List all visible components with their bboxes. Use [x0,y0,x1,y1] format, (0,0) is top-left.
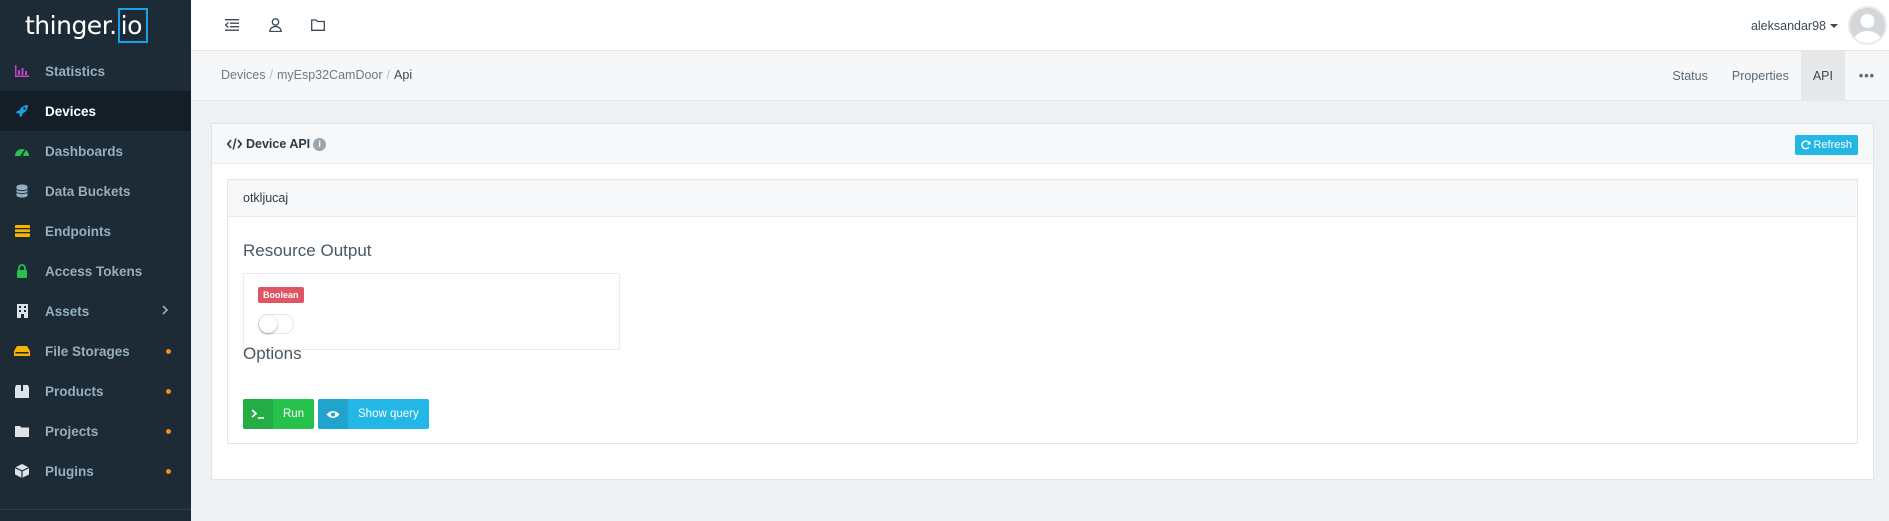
run-button[interactable]: Run [243,399,315,429]
boolean-toggle[interactable] [258,314,294,334]
toggle-knob [259,315,277,333]
lock-icon [13,263,31,279]
sidebar-item-endpoints[interactable]: Endpoints [0,211,191,251]
refresh-button[interactable]: Refresh [1795,135,1858,155]
sidebar: thinger. io Statistics Devices Dashboards… [0,0,191,521]
sidebar-item-label: Access Tokens [45,263,143,279]
options-title: Options [243,344,302,363]
panel-title-text: Device API [246,137,311,151]
resource-card: otkljucaj Resource Output Boolean Option… [227,179,1858,444]
sidebar-item-label: Products [45,383,104,399]
sidebar-item-file-storages[interactable]: File Storages [0,331,191,371]
more-icon[interactable]: ••• [1845,51,1889,101]
logo-text: thinger. [25,11,117,40]
logo-box: io [117,8,148,43]
breadcrumb: Devices / myEsp32CamDoor / Api [221,68,413,82]
device-api-panel: Device API i Refresh otkljucaj Resource … [211,123,1874,480]
username: aleksandar98 [1750,18,1826,33]
caret-down-icon [1830,23,1838,28]
sidebar-item-label: File Storages [45,343,130,359]
box-icon [13,383,31,399]
folder-icon [13,423,31,439]
code-icon [227,138,242,150]
sidebar-item-products[interactable]: Products [0,371,191,411]
type-badge: Boolean [258,287,304,303]
topbar: aleksandar98 [191,0,1889,51]
chevron-right-icon [162,304,169,318]
toggle-sidebar-icon[interactable] [222,15,242,35]
sidebar-item-data-buckets[interactable]: Data Buckets [0,171,191,211]
sidebar-item-label: Dashboards [45,143,124,159]
sidebar-footer [0,509,191,521]
notification-dot [166,348,171,354]
tab-api[interactable]: API [1800,51,1845,101]
resource-output-box: Boolean [243,273,620,350]
resource-name: otkljucaj [228,180,1857,217]
sidebar-item-label: Devices [45,103,97,119]
storage-icon [13,343,31,359]
folder-outline-icon[interactable] [308,15,328,35]
subheader: Devices / myEsp32CamDoor / Api Status Proper… [191,51,1889,101]
breadcrumb-device[interactable]: myEsp32CamDoor [277,68,383,82]
notification-dot [166,468,171,474]
refresh-label: Refresh [1813,139,1852,151]
eye-icon [318,399,348,429]
avatar [1848,6,1887,45]
building-icon [13,303,31,319]
user-icon[interactable] [265,15,285,35]
notification-dot [166,428,171,434]
endpoint-icon [13,223,31,239]
sidebar-item-access-tokens[interactable]: Access Tokens [0,251,191,291]
cube-icon [13,463,31,479]
rocket-icon [13,103,31,119]
sidebar-item-statistics[interactable]: Statistics [0,51,191,91]
chart-icon [13,63,31,79]
tab-properties[interactable]: Properties [1720,51,1801,101]
panel-header: Device API i Refresh [212,124,1873,164]
sidebar-item-dashboards[interactable]: Dashboards [0,131,191,171]
sidebar-item-label: Endpoints [45,223,111,239]
terminal-icon [243,399,273,429]
tab-status[interactable]: Status [1660,51,1719,101]
sidebar-item-devices[interactable]: Devices [0,91,191,131]
sidebar-item-label: Plugins [45,463,94,479]
breadcrumb-current: Api [394,68,413,82]
sidebar-item-label: Data Buckets [45,183,131,199]
panel-title: Device API i [227,137,327,151]
logo[interactable]: thinger. io [0,0,191,51]
notification-dot [166,388,171,394]
run-label: Run [283,408,305,420]
user-menu[interactable]: aleksandar98 [1751,0,1889,51]
breadcrumb-devices[interactable]: Devices [221,68,265,82]
refresh-icon [1801,140,1811,150]
device-tabs: Status Properties API ••• [1660,51,1889,101]
sidebar-item-assets[interactable]: Assets [0,291,191,331]
sidebar-item-plugins[interactable]: Plugins [0,451,191,491]
info-icon[interactable]: i [313,137,327,151]
show-query-label: Show query [358,408,419,420]
show-query-button[interactable]: Show query [318,399,429,429]
sidebar-item-label: Assets [45,303,90,319]
resource-output-title: Resource Output [243,241,372,260]
dashboard-icon [13,143,31,159]
sidebar-item-label: Statistics [45,63,106,79]
sidebar-item-label: Projects [45,423,99,439]
database-icon [13,183,31,199]
sidebar-item-projects[interactable]: Projects [0,411,191,451]
